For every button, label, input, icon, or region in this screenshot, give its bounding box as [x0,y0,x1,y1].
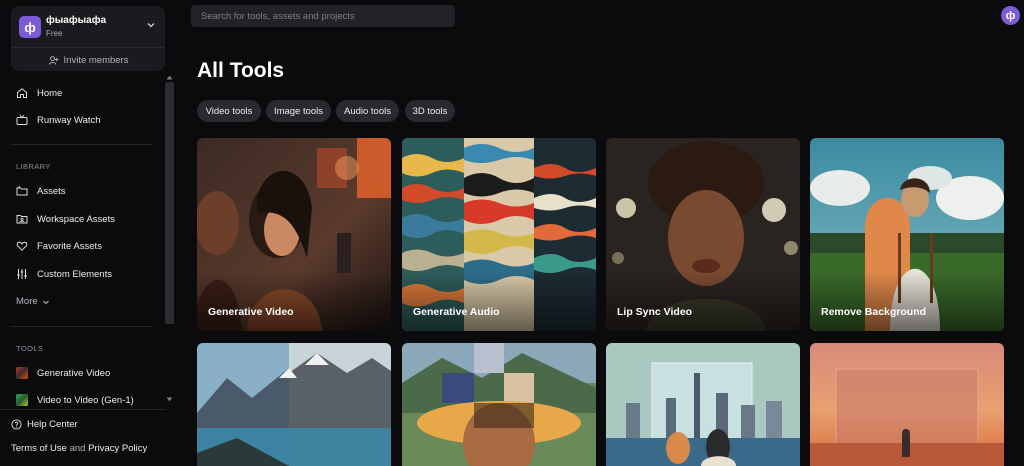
sidebar-tool-video-to-video[interactable]: Video to Video (Gen-1) [16,392,134,408]
card-title: Remove Background [821,306,927,318]
privacy-policy-link[interactable]: Privacy Policy [88,443,147,454]
card-title: Generative Video [208,306,294,318]
sidebar-item-label: Workspace Assets [37,213,115,225]
nav-item-home[interactable]: Home [16,85,62,101]
city-expand-preview [606,343,800,466]
divider [0,409,165,410]
filter-audio-tools[interactable]: Audio tools [336,100,399,122]
invite-members-button[interactable]: Invite members [11,52,165,68]
more-label: More [16,296,38,307]
nav-item-label: Runway Watch [37,114,101,126]
tool-card-generative-audio[interactable]: Generative Audio [402,138,596,331]
filter-video-tools[interactable]: Video tools [197,100,261,122]
tool-card-lip-sync-video[interactable]: Lip Sync Video [606,138,800,331]
divider [11,47,165,48]
sidebar-item-label: Favorite Assets [37,240,102,252]
workspace-avatar: ф [19,16,41,38]
search-input[interactable] [191,5,455,27]
tool-card-generative-video[interactable]: Generative Video [197,138,391,331]
nav-item-label: Home [37,87,63,99]
sidebar-item-label: Generative Video [37,367,111,379]
sliders-icon [17,269,27,279]
generative-video-thumbnail [16,367,28,379]
tool-card-city-expand[interactable] [606,343,800,466]
video-to-video-thumbnail [16,394,28,406]
invite-members-label: Invite members [63,54,129,66]
scroll-down-icon[interactable] [166,397,173,402]
library-section-title: LIBRARY [16,162,51,171]
help-icon [11,419,22,430]
sidebar-item-favorite-assets[interactable]: Favorite Assets [16,238,102,254]
nav-item-runway-watch[interactable]: Runway Watch [16,112,101,128]
chevron-down-icon[interactable] [146,20,156,30]
add-user-icon [48,55,59,65]
tool-card-sunset-expand[interactable] [810,343,1004,466]
card-shade [810,271,1004,331]
card-title: Lip Sync Video [617,306,693,318]
sidebar-item-label: Assets [37,185,66,197]
tool-card-portrait-collage[interactable] [402,343,596,466]
help-center-label: Help Center [27,419,78,430]
sidebar-scrollbar[interactable] [165,82,174,324]
sidebar-item-custom-elements[interactable]: Custom Elements [16,266,112,282]
card-shade [197,271,391,331]
tv-icon [16,114,28,125]
terms-of-use-link[interactable]: Terms of Use [11,443,67,454]
sidebar-tool-generative-video[interactable]: Generative Video [16,365,110,381]
mountains-preview [197,343,391,466]
more-button[interactable]: More [16,296,50,307]
portrait-collage-preview [402,343,596,466]
workspace-name: фыафыафа [46,15,107,26]
sidebar-item-assets[interactable]: Assets [16,183,66,199]
and-text: and [69,443,86,454]
card-shade [606,271,800,331]
chevron-down-icon [42,300,49,304]
sunset-expand-preview [810,343,1004,466]
divider [11,144,153,145]
tool-card-mountains[interactable] [197,343,391,466]
workspace-switcher[interactable]: ф фыафыафа Free Invite members [11,6,165,71]
workspace-plan: Free [46,29,63,38]
sidebar-item-label: Custom Elements [37,268,112,280]
heart-icon [16,241,28,251]
sidebar-item-label: Video to Video (Gen-1) [37,394,134,406]
sidebar: ф фыафыафа Free Invite members Home Runw… [0,0,176,466]
filter-3d-tools[interactable]: 3D tools [405,100,455,122]
divider [11,326,153,327]
filter-image-tools[interactable]: Image tools [266,100,331,122]
sidebar-item-workspace-assets[interactable]: Workspace Assets [16,211,115,227]
tools-section-title: TOOLS [16,344,44,353]
shared-folder-icon [16,215,28,224]
page-title: All Tools [197,59,285,82]
user-avatar[interactable]: ф [1001,6,1020,25]
scroll-up-icon[interactable] [166,75,173,80]
tool-card-remove-background[interactable]: Remove Background [810,138,1004,331]
folder-icon [16,186,28,196]
card-shade [402,271,596,331]
legal-links: Terms of Use and Privacy Policy [11,443,147,454]
home-icon [17,88,27,98]
card-title: Generative Audio [413,306,500,318]
help-center-link[interactable]: Help Center [11,419,78,430]
